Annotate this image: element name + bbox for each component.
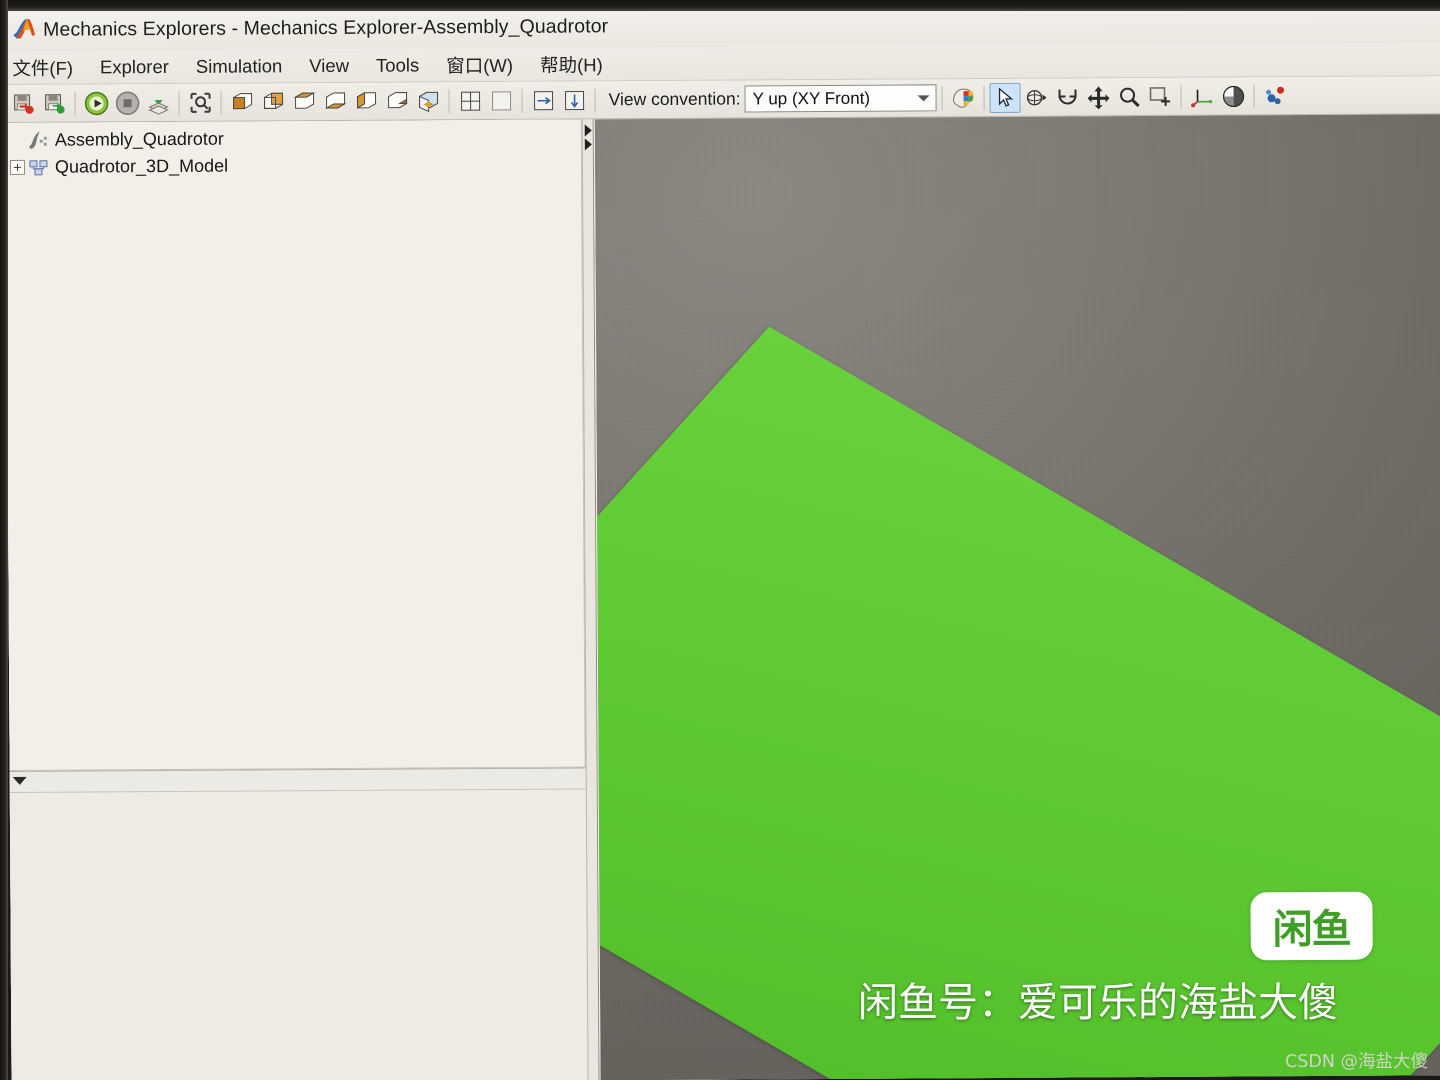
property-pane — [9, 789, 588, 1080]
view-left-icon[interactable] — [350, 86, 381, 116]
chevron-down-icon — [917, 94, 930, 101]
toolbar-separator — [220, 90, 222, 115]
orbit-icon[interactable] — [1020, 82, 1051, 112]
toolbar-separator — [941, 85, 943, 110]
view-sphere-icon[interactable] — [1217, 81, 1248, 111]
toolbar-separator — [521, 88, 523, 113]
color-palette-icon[interactable] — [947, 83, 978, 113]
toolbar-separator — [448, 88, 450, 113]
mechanics-explorer-window: Mechanics Explorers - Mechanics Explorer… — [5, 0, 1440, 1080]
save-figure-icon[interactable] — [38, 88, 69, 118]
collapse-right-icon[interactable] — [584, 124, 592, 137]
fit-to-view-icon[interactable] — [184, 87, 215, 117]
tree-item-quadrotor-3d-model[interactable]: Quadrotor_3D_Model — [8, 150, 581, 180]
toolbar-separator — [178, 90, 180, 115]
view-convention-value: Y up (XY Front) — [752, 88, 871, 108]
tree-item-label: Assembly_Quadrotor — [54, 128, 224, 150]
split-grid-icon[interactable] — [454, 86, 485, 116]
zoom-box-icon[interactable] — [1144, 81, 1175, 111]
view-front-icon[interactable] — [226, 87, 257, 117]
frames-icon[interactable] — [1259, 81, 1290, 111]
select-cursor-icon[interactable] — [989, 82, 1021, 113]
roll-icon[interactable] — [1051, 82, 1082, 112]
split-horizontal-icon[interactable] — [527, 85, 558, 115]
mechanics-3d-viewport[interactable]: 闲鱼 — [593, 114, 1440, 1080]
export-icon[interactable] — [142, 87, 173, 117]
expand-right-icon[interactable] — [584, 138, 592, 151]
zoom-icon[interactable] — [1113, 82, 1144, 112]
subsystem-icon — [28, 157, 50, 177]
tree-item-assembly-quadrotor[interactable]: Assembly_Quadrotor — [8, 123, 581, 153]
play-icon[interactable] — [80, 88, 111, 118]
pan-icon[interactable] — [1082, 82, 1113, 112]
toolbar-separator — [1180, 84, 1182, 109]
window-title: Mechanics Explorers - Mechanics Explorer… — [43, 14, 609, 41]
toolbar-separator — [74, 91, 76, 116]
menu-window[interactable]: 窗口(W) — [446, 49, 526, 79]
menu-help[interactable]: 帮助(H) — [540, 49, 616, 79]
menu-tools[interactable]: Tools — [376, 52, 432, 78]
view-convention-label: View convention: — [608, 88, 741, 110]
view-back-icon[interactable] — [257, 87, 288, 117]
horizontal-splitter[interactable] — [9, 767, 586, 793]
matlab-membrane-icon — [11, 18, 37, 42]
view-top-icon[interactable] — [288, 87, 319, 117]
menu-explorer[interactable]: Explorer — [100, 53, 182, 79]
screenshot-root: Mechanics Explorers - Mechanics Explorer… — [0, 0, 1440, 1080]
view-bottom-icon[interactable] — [319, 86, 350, 116]
view-right-icon[interactable] — [381, 86, 412, 116]
toolbar-separator — [1253, 83, 1255, 108]
xianyu-logo-text: 闲鱼 — [1272, 906, 1351, 954]
assembly-icon — [28, 130, 50, 150]
ground-plane — [593, 326, 1440, 1080]
menu-file[interactable]: 文件(F) — [12, 52, 86, 82]
axes-triad-icon[interactable] — [1186, 81, 1217, 111]
save-animation-icon[interactable] — [7, 88, 38, 118]
stop-icon[interactable] — [111, 88, 142, 118]
collapse-down-icon[interactable] — [12, 776, 27, 785]
model-tree[interactable]: Assembly_Quadrotor Quadrotor_3D_Model — [5, 119, 586, 771]
xianyu-watermark-line: 闲鱼号：爱可乐的海盐大傻 — [858, 980, 1338, 1026]
left-panel: Assembly_Quadrotor Quadrotor_3D_Model — [5, 119, 588, 1080]
single-pane-icon[interactable] — [485, 85, 516, 115]
split-vertical-icon[interactable] — [558, 85, 589, 115]
csdn-watermark: CSDN @海盐大傻 — [1285, 1052, 1428, 1072]
expand-icon[interactable] — [9, 159, 26, 175]
xianyu-logo-badge: 闲鱼 — [1250, 891, 1373, 961]
photo-border-top — [0, 0, 1440, 11]
toolbar-separator — [594, 87, 596, 112]
menu-simulation[interactable]: Simulation — [196, 53, 296, 80]
tree-item-label: Quadrotor_3D_Model — [54, 155, 229, 177]
view-isometric-icon[interactable] — [412, 86, 443, 116]
toolbar-separator — [983, 85, 985, 110]
menu-view[interactable]: View — [309, 52, 362, 78]
window-body: Assembly_Quadrotor Quadrotor_3D_Model 闲鱼 — [5, 114, 1440, 1080]
photo-border-left — [0, 0, 8, 1080]
view-convention-select[interactable]: Y up (XY Front) — [744, 84, 937, 113]
